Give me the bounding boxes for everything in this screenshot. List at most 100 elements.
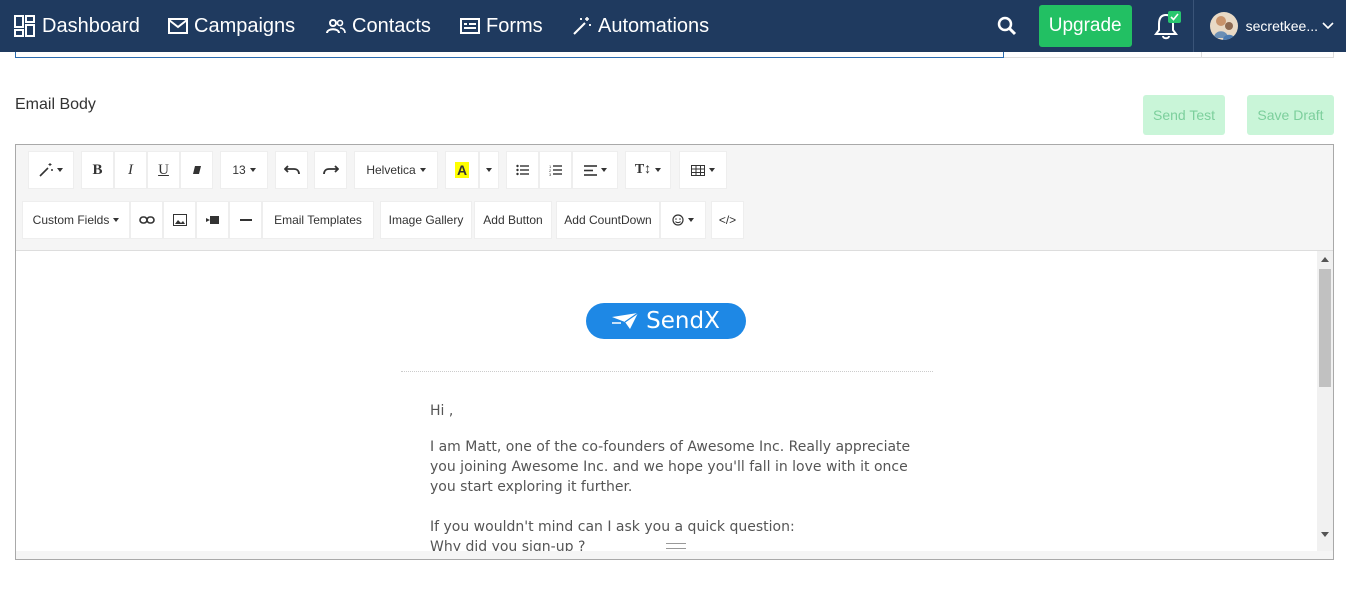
italic-icon: I	[128, 161, 133, 178]
notification-check-badge	[1167, 11, 1181, 23]
bold-icon: B	[92, 161, 103, 178]
logo-text: SendX	[646, 308, 720, 334]
font-size-dropdown[interactable]: 13	[220, 151, 268, 189]
font-family-dropdown[interactable]: Helvetica	[354, 151, 438, 189]
nav-contacts-label: Contacts	[352, 14, 431, 37]
form-icon	[460, 18, 480, 34]
scroll-thumb[interactable]	[1319, 269, 1331, 387]
undo-button[interactable]	[275, 151, 308, 189]
numbered-list-button[interactable]: 123	[539, 151, 572, 189]
nav-campaigns[interactable]: Campaigns	[168, 0, 295, 52]
email-editor: B I U 13 Helvetica A 123 T↕ Custom Field…	[15, 144, 1334, 560]
notifications-button[interactable]	[1140, 0, 1194, 52]
underline-button[interactable]: U	[147, 151, 180, 189]
image-gallery-button[interactable]: Image Gallery	[380, 201, 472, 239]
bullet-list-button[interactable]	[506, 151, 539, 189]
link-icon	[138, 216, 155, 224]
link-button[interactable]	[130, 201, 163, 239]
line-height-dropdown[interactable]: T↕	[625, 151, 671, 189]
text-color-button[interactable]: A	[445, 151, 479, 189]
dashboard-icon	[14, 15, 35, 37]
nav-contacts[interactable]: Contacts	[326, 0, 431, 52]
username: secretkee...	[1245, 18, 1318, 34]
check-icon	[1170, 13, 1179, 21]
email-greeting: Hi ,	[430, 403, 454, 419]
save-draft-button[interactable]: Save Draft	[1247, 95, 1334, 135]
add-countdown-label: Add CountDown	[564, 213, 652, 227]
nav-forms-label: Forms	[486, 14, 543, 37]
send-test-button[interactable]: Send Test	[1143, 95, 1225, 135]
image-gallery-label: Image Gallery	[388, 213, 464, 227]
people-icon	[326, 19, 346, 34]
custom-fields-dropdown[interactable]: Custom Fields	[22, 201, 130, 239]
nav-dashboard[interactable]: Dashboard	[14, 0, 140, 52]
email-body-label: Email Body	[15, 96, 96, 113]
font-size-value: 13	[232, 163, 246, 177]
add-button-label: Add Button	[483, 213, 543, 227]
magic-wand-icon	[573, 17, 591, 35]
video-icon	[205, 216, 219, 224]
resize-handle[interactable]	[666, 543, 686, 549]
minus-icon	[239, 219, 252, 221]
clear-format-button[interactable]	[180, 151, 213, 189]
email-templates-label: Email Templates	[274, 213, 362, 227]
code-view-button[interactable]: </>	[711, 201, 744, 239]
smiley-icon	[672, 214, 684, 226]
nav-automations-label: Automations	[598, 14, 710, 37]
font-family-value: Helvetica	[366, 163, 416, 177]
bullet-list-icon	[515, 164, 529, 176]
image-button[interactable]	[163, 201, 196, 239]
redo-icon	[322, 165, 339, 175]
content-divider	[401, 371, 933, 372]
caret-down-icon	[486, 168, 492, 172]
email-templates-button[interactable]: Email Templates	[262, 201, 374, 239]
svg-text:3: 3	[549, 172, 552, 176]
italic-button[interactable]: I	[114, 151, 147, 189]
code-icon: </>	[718, 213, 737, 227]
subject-field-extra[interactable]	[1004, 52, 1202, 58]
search-button[interactable]	[983, 0, 1031, 52]
nav-forms[interactable]: Forms	[460, 0, 543, 52]
add-countdown-button[interactable]: Add CountDown	[556, 201, 660, 239]
add-button-button[interactable]: Add Button	[474, 201, 552, 239]
subject-input[interactable]	[15, 52, 1004, 58]
align-dropdown[interactable]	[572, 151, 618, 189]
magic-style-button[interactable]	[28, 151, 74, 189]
horizontal-rule-button[interactable]	[229, 201, 262, 239]
nav-automations[interactable]: Automations	[572, 0, 709, 52]
magic-wand-icon	[39, 163, 53, 177]
bold-button[interactable]: B	[81, 151, 114, 189]
top-navbar: Dashboard Campaigns Contacts Forms Autom…	[0, 0, 1346, 52]
eraser-icon	[192, 166, 201, 174]
scroll-up-arrow-icon[interactable]	[1321, 257, 1329, 262]
subject-field-extra-2[interactable]	[1202, 52, 1334, 58]
scroll-down-arrow-icon[interactable]	[1321, 532, 1329, 537]
highlight-color-icon: A	[454, 162, 470, 178]
sendx-logo: SendX	[586, 303, 746, 339]
nav-campaigns-label: Campaigns	[194, 14, 296, 37]
align-left-icon	[583, 164, 597, 176]
table-dropdown[interactable]	[679, 151, 727, 189]
search-icon	[997, 16, 1016, 36]
color-dropdown-button[interactable]	[479, 151, 499, 189]
upgrade-button[interactable]: Upgrade	[1038, 5, 1132, 47]
avatar	[1209, 12, 1238, 40]
editor-toolbar: B I U 13 Helvetica A 123 T↕ Custom Field…	[16, 145, 1333, 251]
line-height-icon: T↕	[634, 162, 652, 177]
editor-content[interactable]: SendX Hi , I am Matt, one of the co-foun…	[16, 251, 1317, 551]
envelope-icon	[168, 18, 188, 34]
emoji-dropdown[interactable]	[660, 201, 706, 239]
editor-scrollbar[interactable]	[1317, 251, 1333, 551]
nav-dashboard-label: Dashboard	[42, 14, 140, 37]
email-paragraph-2-line-1: If you wouldn't mind can I ask you a qui…	[430, 519, 795, 535]
redo-button[interactable]	[314, 151, 347, 189]
user-menu[interactable]: secretkee...	[1194, 0, 1346, 52]
video-button[interactable]	[196, 201, 229, 239]
undo-icon	[283, 165, 300, 175]
chevron-down-icon	[1322, 22, 1334, 30]
custom-fields-label: Custom Fields	[32, 213, 110, 227]
underline-icon: U	[158, 161, 169, 178]
email-paragraph-1: I am Matt, one of the co-founders of Awe…	[430, 439, 911, 495]
paper-plane-icon	[612, 313, 639, 329]
numbered-list-icon: 123	[549, 164, 562, 176]
